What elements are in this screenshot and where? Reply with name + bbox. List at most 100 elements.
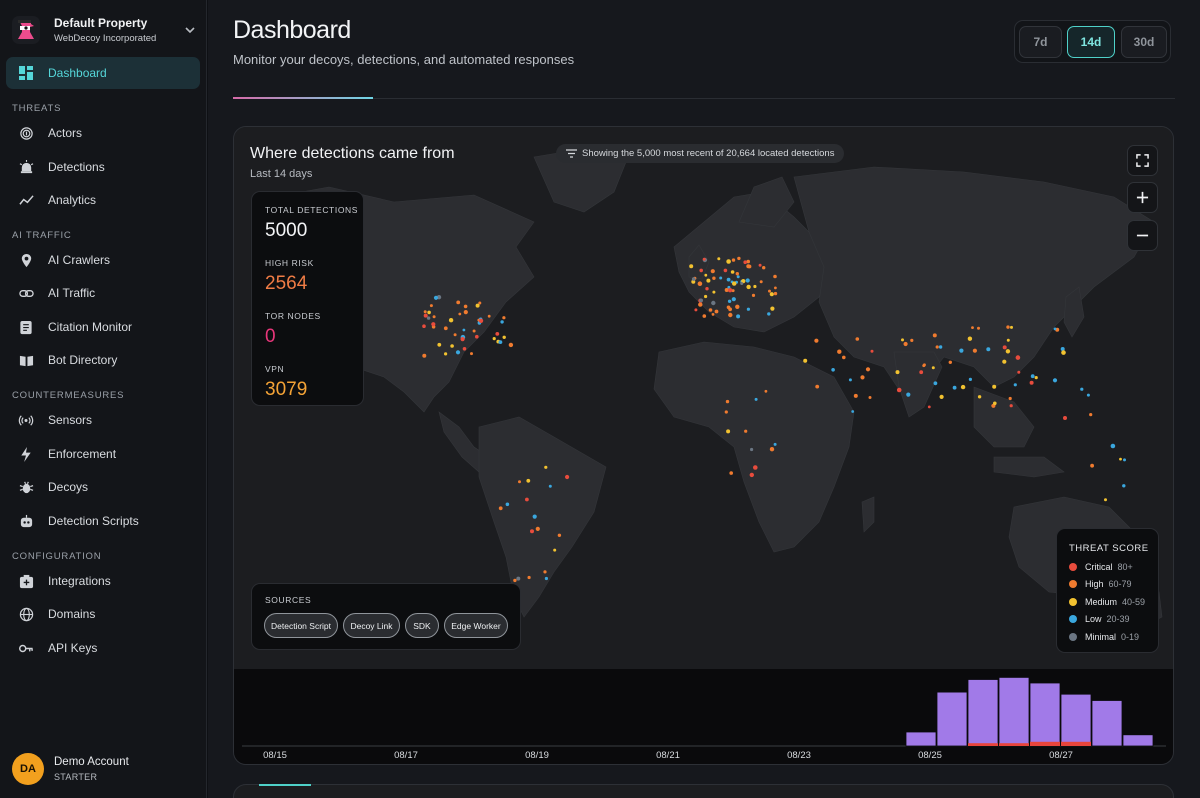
detection-dot <box>745 278 750 283</box>
timeline-bar[interactable] <box>967 679 999 747</box>
sidebar-item-ai-traffic[interactable]: AI Traffic <box>18 283 95 303</box>
detection-dot <box>1029 380 1034 385</box>
timeline-bar[interactable] <box>1122 734 1154 747</box>
timeline-bar[interactable] <box>1091 700 1123 747</box>
detection-dot <box>1086 393 1090 397</box>
detection-dot <box>1008 396 1012 401</box>
detection-dot <box>432 315 436 319</box>
detection-dot <box>498 340 503 344</box>
detection-dot <box>1090 463 1094 468</box>
detection-dot <box>986 347 991 352</box>
detection-dot <box>773 442 777 446</box>
property-switcher[interactable]: Default Property WebDecoy Incorporated <box>12 12 198 48</box>
detection-dot <box>527 575 531 580</box>
detection-dot <box>935 345 939 349</box>
detection-dot <box>431 322 436 327</box>
detection-dot <box>774 286 777 290</box>
sidebar-item-enforcement[interactable]: Enforcement <box>18 444 116 464</box>
detection-dot <box>732 281 737 286</box>
detection-dot <box>842 355 846 360</box>
detection-dot <box>831 368 835 372</box>
source-chip-sdk[interactable]: SDK <box>405 613 439 638</box>
legend-dot <box>1069 633 1077 641</box>
detections-timeline[interactable]: 08/15 08/17 08/19 08/21 08/23 08/25 08/2… <box>234 669 1173 764</box>
detection-dot <box>740 282 744 285</box>
detection-dot <box>977 395 982 399</box>
detection-dot <box>705 287 709 291</box>
legend-label: Medium <box>1085 597 1118 607</box>
range-7d-button[interactable]: 7d <box>1019 26 1062 58</box>
detection-dot <box>508 342 514 348</box>
timeline-label: 08/23 <box>787 750 811 761</box>
sidebar-item-actors[interactable]: Actors <box>18 123 82 143</box>
source-chip-decoy-link[interactable]: Decoy Link <box>343 613 400 638</box>
detection-dot <box>1013 383 1017 387</box>
timeline-bar[interactable] <box>936 691 968 747</box>
timeline-label: 08/25 <box>918 750 942 761</box>
detection-dot <box>972 348 978 353</box>
sidebar-item-ai-crawlers[interactable]: AI Crawlers <box>18 250 110 270</box>
zoom-out-button[interactable] <box>1127 220 1158 251</box>
detection-dot <box>744 429 748 433</box>
sidebar-item-decoys[interactable]: Decoys <box>18 477 88 497</box>
source-chip-edge-worker[interactable]: Edge Worker <box>444 613 508 638</box>
detection-dot <box>711 313 715 316</box>
sidebar-item-integrations[interactable]: Integrations <box>18 571 111 591</box>
time-range-selector: 7d 14d 30d <box>1014 20 1171 63</box>
detection-dot <box>726 277 731 282</box>
timeline-bar[interactable] <box>905 731 937 747</box>
zoom-in-button[interactable] <box>1127 182 1158 213</box>
detection-dot <box>565 474 570 480</box>
detection-dot <box>706 278 711 283</box>
detection-dot <box>458 312 462 316</box>
sidebar-item-analytics[interactable]: Analytics <box>18 190 96 210</box>
sidebar-item-citation-monitor[interactable]: Citation Monitor <box>18 317 132 337</box>
sidebar: Default Property WebDecoy Incorporated D… <box>0 0 207 798</box>
detection-dot <box>814 338 819 343</box>
detection-dot <box>731 297 736 302</box>
detection-dot <box>758 263 762 267</box>
detection-dot <box>773 291 778 296</box>
map-title: Where detections came from <box>250 145 455 162</box>
chevron-down-icon[interactable] <box>182 22 198 38</box>
sidebar-item-label: Actors <box>48 126 83 140</box>
detection-dot <box>1104 498 1107 502</box>
broadcast-icon <box>18 412 34 428</box>
timeline-histogram <box>242 676 1166 747</box>
timeline-bar[interactable] <box>998 676 1030 747</box>
detection-dot <box>518 480 521 484</box>
sidebar-item-sensors[interactable]: Sensors <box>18 410 92 430</box>
detection-dot <box>475 303 480 308</box>
legend-label: High <box>1085 579 1104 589</box>
range-30d-button[interactable]: 30d <box>1121 26 1167 58</box>
sidebar-item-detection-scripts[interactable]: Detection Scripts <box>18 511 139 531</box>
timeline-bar[interactable] <box>1060 693 1092 747</box>
source-chip-detection-script[interactable]: Detection Script <box>264 613 338 638</box>
timeline-label: 08/21 <box>656 750 680 761</box>
detection-dot <box>492 337 496 341</box>
detection-dot <box>433 295 439 300</box>
timeline-bar[interactable] <box>1029 682 1061 747</box>
detection-dot <box>1052 378 1058 383</box>
fullscreen-button[interactable] <box>1127 145 1158 176</box>
range-14d-button[interactable]: 14d <box>1067 26 1115 58</box>
account-menu[interactable]: DA Demo Account STARTER <box>12 753 129 785</box>
detection-dot <box>1063 416 1067 420</box>
detection-dot <box>753 284 757 289</box>
notice-text: Showing the 5,000 most recent of 20,664 … <box>582 148 835 159</box>
legend-item-high: High 60-79 <box>1069 578 1132 590</box>
detection-dot <box>429 304 433 308</box>
sidebar-item-domains[interactable]: Domains <box>18 604 95 624</box>
sidebar-item-api-keys[interactable]: API Keys <box>18 638 97 658</box>
account-plan: STARTER <box>54 772 98 782</box>
sidebar-item-detections[interactable]: Detections <box>18 157 105 177</box>
sidebar-item-bot-directory[interactable]: Bot Directory <box>18 350 117 370</box>
page-subtitle: Monitor your decoys, detections, and aut… <box>233 52 575 67</box>
detection-dot <box>735 304 740 309</box>
detection-dot <box>727 288 733 293</box>
detection-dot <box>754 397 758 401</box>
timeline-bar-critical <box>999 743 1029 746</box>
sidebar-item-dashboard[interactable]: Dashboard <box>18 63 107 83</box>
threat-score-legend: THREAT SCORE Critical 80+ High 60-79 Med… <box>1056 528 1159 653</box>
timeline-bar-critical <box>1030 741 1060 746</box>
